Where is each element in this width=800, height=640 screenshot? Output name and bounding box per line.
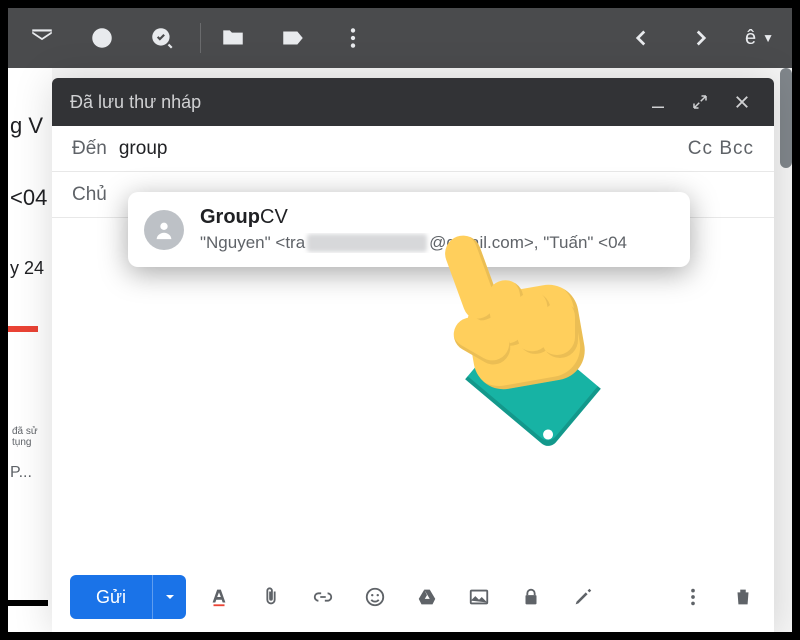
lock-icon[interactable] xyxy=(518,584,544,610)
bg-color-bar xyxy=(8,322,52,352)
snooze-icon[interactable] xyxy=(86,22,118,54)
expand-icon[interactable] xyxy=(686,88,714,116)
compose-footer: Gửi xyxy=(52,572,774,632)
send-button[interactable]: Gửi xyxy=(70,575,186,619)
move-to-icon[interactable] xyxy=(217,22,249,54)
older-icon[interactable] xyxy=(625,22,657,54)
subject-label: Chủ xyxy=(72,184,107,206)
cc-link[interactable]: Cc Bcc xyxy=(688,138,754,160)
bg-date-fragment: y 24 xyxy=(8,256,52,280)
main-toolbar: ê ▼ xyxy=(8,8,792,68)
more-icon[interactable] xyxy=(337,22,369,54)
toolbar-separator xyxy=(200,23,201,53)
avatar-icon xyxy=(144,210,184,250)
bg-bottom-bar xyxy=(8,588,52,618)
pen-icon[interactable] xyxy=(570,584,596,610)
drive-icon[interactable] xyxy=(414,584,440,610)
format-toolbar xyxy=(206,584,596,610)
bg-chip-fragment: <04 xyxy=(8,186,52,210)
to-input[interactable] xyxy=(119,138,688,160)
bg-misc-fragment: đã sử tụng xyxy=(8,426,52,444)
archive-icon[interactable] xyxy=(26,22,58,54)
suggestion-name: GroupCV xyxy=(200,206,627,229)
format-text-icon[interactable] xyxy=(206,584,232,610)
mark-done-icon[interactable] xyxy=(146,22,178,54)
close-icon[interactable] xyxy=(728,88,756,116)
more-options-icon[interactable] xyxy=(680,584,706,610)
bg-title-fragment: g V xyxy=(8,108,52,144)
photo-icon[interactable] xyxy=(466,584,492,610)
recipients-row[interactable]: Đến Cc Bcc xyxy=(52,126,774,172)
compose-header: Đã lưu thư nháp xyxy=(52,78,774,126)
newer-icon[interactable] xyxy=(685,22,717,54)
account-switcher[interactable]: ê ▼ xyxy=(745,27,774,50)
caret-down-icon: ▼ xyxy=(762,31,774,45)
send-button-label: Gửi xyxy=(70,575,152,619)
delete-draft-icon[interactable] xyxy=(730,584,756,610)
compose-title: Đã lưu thư nháp xyxy=(70,92,630,113)
account-letter: ê xyxy=(745,27,756,50)
bg-p-fragment: P... xyxy=(8,464,52,488)
send-more-icon[interactable] xyxy=(152,575,186,619)
pointing-hand-graphic xyxy=(398,234,598,434)
minimize-icon[interactable] xyxy=(644,88,672,116)
emoji-icon[interactable] xyxy=(362,584,388,610)
label-icon[interactable] xyxy=(277,22,309,54)
to-label: Đến xyxy=(72,138,107,160)
scrollbar[interactable] xyxy=(780,68,792,168)
attach-icon[interactable] xyxy=(258,584,284,610)
link-icon[interactable] xyxy=(310,584,336,610)
